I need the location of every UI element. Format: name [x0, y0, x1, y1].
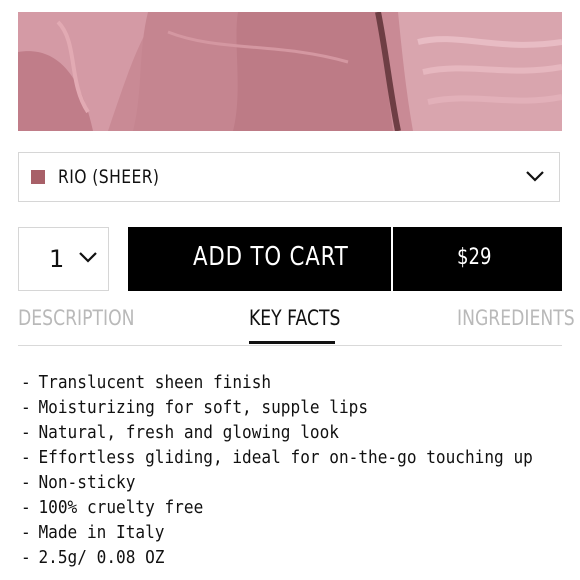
- shade-select[interactable]: RIO (SHEER): [18, 152, 560, 202]
- quantity-select[interactable]: 1: [18, 227, 109, 291]
- list-item: - Non-sticky: [21, 473, 136, 493]
- chevron-down-icon: [526, 171, 544, 182]
- key-facts-list: - Translucent sheen finish - Moisturizing …: [21, 371, 577, 571]
- tab-key-facts[interactable]: KEY FACTS: [249, 306, 340, 330]
- tab-ingredients[interactable]: INGREDIENTS: [457, 306, 575, 330]
- shade-swatch: [31, 170, 45, 184]
- cart-divider: [391, 227, 393, 291]
- list-item: - Moisturizing for soft, supple lips: [21, 398, 369, 418]
- list-item: -100% cruelty free: [21, 498, 204, 518]
- shade-name: RIO (SHEER): [58, 166, 160, 188]
- product-texture-image: [18, 12, 562, 131]
- list-item: - Natural, fresh and glowing look: [21, 423, 339, 443]
- list-item: - Effortless gliding, ideal for on-the-go…: [21, 448, 533, 468]
- list-item: - Made in Italy: [21, 523, 165, 543]
- price: $29: [457, 245, 492, 270]
- tab-description[interactable]: DESCRIPTION: [18, 306, 135, 330]
- chevron-down-icon: [79, 252, 97, 263]
- add-to-cart-button[interactable]: ADD TO CART $29: [128, 227, 562, 291]
- quantity-value: 1: [49, 245, 65, 273]
- list-item: -2.5g/ 0.08 OZ: [21, 548, 165, 568]
- product-tabs: DESCRIPTION KEY FACTS INGREDIENTS: [18, 300, 575, 346]
- list-item: - Translucent sheen finish: [21, 373, 272, 393]
- add-to-cart-label: ADD TO CART: [193, 242, 349, 272]
- active-tab-indicator: [249, 341, 335, 344]
